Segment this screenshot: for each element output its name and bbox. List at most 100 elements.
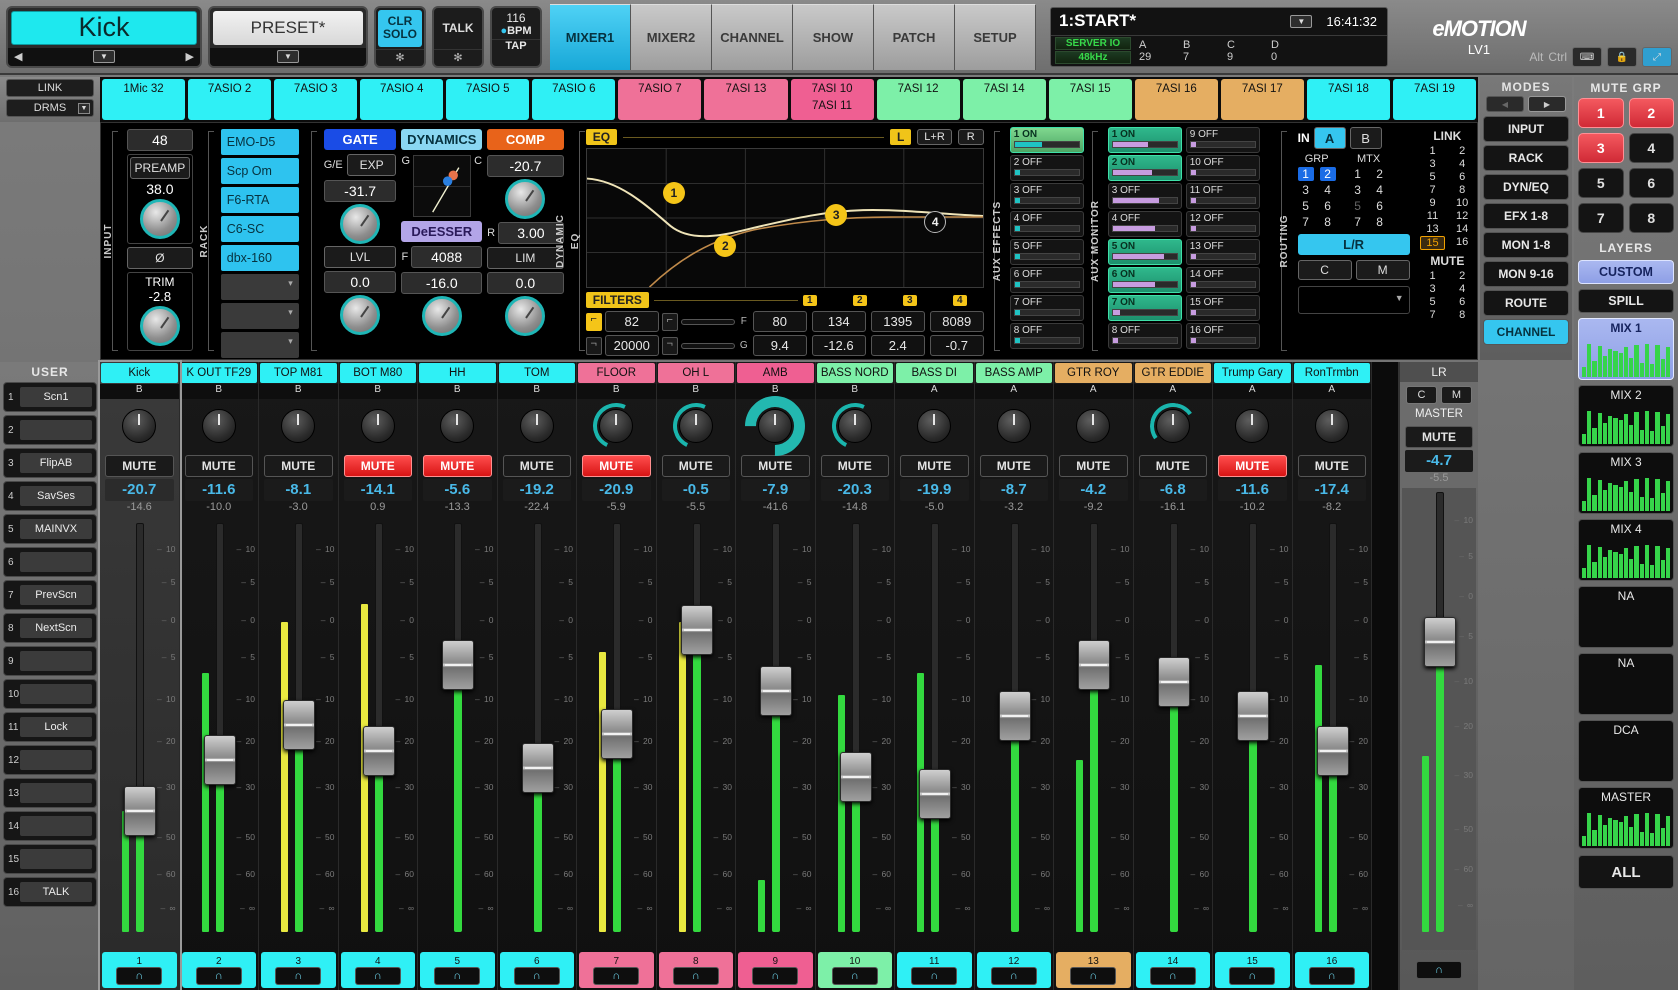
input-label-14[interactable]: 7ASI 17 [1221,79,1304,120]
channel-name[interactable]: GTR EDDIE [1135,363,1212,383]
user-button-6[interactable]: 6 [3,547,97,577]
pan-knob[interactable] [361,409,395,443]
mix-layer-mix 2[interactable]: MIX 2 [1578,385,1674,447]
deesser-button[interactable]: DeESSER [401,221,482,242]
channel-fader[interactable]: 105051020305060∞ [100,519,179,950]
routing-preset-dropdown[interactable]: ▼ [1298,286,1410,314]
tap-button[interactable]: TAP [492,39,540,52]
fader-handle[interactable] [919,769,951,819]
grp-button-6[interactable]: 6 [1320,199,1336,213]
layer-custom-button[interactable]: CUSTOM [1578,260,1674,284]
pan-control[interactable] [180,399,259,453]
fader-handle[interactable] [999,691,1031,741]
link-pair-13[interactable]: 13 [1420,223,1446,235]
input-label-10[interactable]: 7ASI 12 [877,79,960,120]
user-button-8[interactable]: 8 NextScn [3,613,97,643]
exp-button[interactable]: EXP [347,154,397,176]
pan-knob[interactable] [440,409,474,443]
pan-knob[interactable] [1315,409,1349,443]
channel-strip-3[interactable]: TOP M81 B MUTE -8.1 -3.0 105051020305060… [259,362,339,990]
mute-group-3[interactable]: 3 [1578,133,1624,163]
input-label-15[interactable]: 7ASI 18 [1307,79,1390,120]
channel-mute-button[interactable]: MUTE [900,455,969,477]
gear-icon[interactable]: ✻ [376,49,424,66]
channel-strip-8[interactable]: OH L B MUTE -0.5 -5.5 105051020305060∞ 8… [657,362,737,990]
aux-send-2[interactable]: 2 OFF [1010,155,1084,181]
lr-center-button[interactable]: C [1406,386,1437,404]
channel-cue-button[interactable]: 6 ∩ [500,952,575,988]
mtx-button-3[interactable]: 3 [1350,183,1366,197]
lr-mono-button[interactable]: M [1441,386,1472,404]
expand-icon[interactable]: ⤢ [1642,47,1672,67]
gate-button[interactable]: GATE [324,129,397,150]
channel-fader[interactable]: 105051020305060∞ [498,519,577,950]
channel-name[interactable]: K OUT TF29 [181,363,258,383]
pan-knob[interactable] [838,409,872,443]
scene-name[interactable]: 1:START* [1051,11,1290,31]
mode-efx-1-8[interactable]: EFX 1-8 [1483,203,1569,229]
link-pair-7[interactable]: 7 [1420,184,1446,196]
link-pair-3[interactable]: 3 [1420,158,1446,170]
lr-cue-button[interactable]: ∩ [1400,950,1478,990]
channel-cue-button[interactable]: 4 ∩ [341,952,416,988]
pan-knob[interactable] [599,409,633,443]
comp-threshold-value[interactable]: -20.7 [487,155,564,177]
mode-input[interactable]: INPUT [1483,116,1569,142]
aux-send-4[interactable]: 4 OFF [1010,211,1084,237]
channel-name[interactable]: GTR ROY [1055,363,1132,383]
channel-mute-button[interactable]: MUTE [185,455,254,477]
user-button-3[interactable]: 3 FlipAB [3,448,97,478]
deesser-knob[interactable] [422,296,462,336]
chevron-right-icon[interactable]: ▶ [1528,96,1566,112]
pan-knob[interactable] [758,409,792,443]
mix-layer-master[interactable]: MASTER [1578,787,1674,849]
all-layer-button[interactable]: ALL [1578,855,1674,889]
dynamics-graph[interactable] [413,155,471,217]
mode-rack[interactable]: RACK [1483,145,1569,171]
eq-left-button[interactable]: L [890,129,911,145]
eq-band-node-2[interactable]: 2 [714,235,736,257]
mute-pair-4[interactable]: 4 [1449,283,1475,295]
aux-send-9[interactable]: 9 OFF [1186,127,1260,153]
channel-strip-9[interactable]: AMB B MUTE -7.9 -41.6 105051020305060∞ 9… [736,362,816,990]
pan-knob[interactable] [1156,409,1190,443]
mute-pair-7[interactable]: 7 [1420,309,1446,321]
fader-handle[interactable] [681,605,713,655]
aux-send-1[interactable]: 1 ON [1010,127,1084,153]
mtx-button-5[interactable]: 5 [1350,199,1366,213]
pan-control[interactable] [1054,399,1133,453]
link-pair-8[interactable]: 8 [1449,184,1475,196]
channel-cue-button[interactable]: 7 ∩ [579,952,654,988]
user-button-10[interactable]: 10 [3,679,97,709]
tab-setup[interactable]: SETUP [955,4,1036,70]
limiter-button[interactable]: LIM [487,247,564,269]
eq-band-3-gain[interactable]: 2.4 [871,335,925,356]
user-button-13[interactable]: 13 [3,778,97,808]
rack-slot-empty-2[interactable] [221,303,299,329]
channel-name[interactable]: BASS AMP [976,363,1053,383]
rack-slot-empty-1[interactable] [221,274,299,300]
mix-layer-na[interactable]: NA [1578,653,1674,715]
channel-cue-button[interactable]: 5 ∩ [420,952,495,988]
mtx-button-2[interactable]: 2 [1372,167,1388,181]
mix-layer-mix 3[interactable]: MIX 3 [1578,452,1674,514]
prev-channel-icon[interactable]: ◀ [14,50,22,63]
keyboard-icon[interactable]: ⌨ [1572,47,1602,67]
chevron-left-icon[interactable]: ◀ [1486,96,1524,112]
channel-fader[interactable]: 105051020305060∞ [657,519,736,950]
fader-handle[interactable] [124,786,156,836]
mode-dyn-eq[interactable]: DYN/EQ [1483,174,1569,200]
mode-route[interactable]: ROUTE [1483,290,1569,316]
lpf-shape-icon[interactable]: ¬ [586,337,602,355]
eq-band-3-frequency[interactable]: 1395 [871,311,925,332]
pan-control[interactable] [895,399,974,453]
mute-group-6[interactable]: 6 [1629,168,1675,198]
pan-control[interactable] [657,399,736,453]
mute-pair-1[interactable]: 1 [1420,270,1446,282]
channel-cue-button[interactable]: 1 ∩ [102,952,177,988]
hpf-frequency[interactable]: 82 [605,311,659,332]
channel-cue-button[interactable]: 2 ∩ [182,952,257,988]
aux-send-6[interactable]: 6 ON [1108,267,1182,293]
user-button-2[interactable]: 2 [3,415,97,445]
aux-send-15[interactable]: 15 OFF [1186,295,1260,321]
